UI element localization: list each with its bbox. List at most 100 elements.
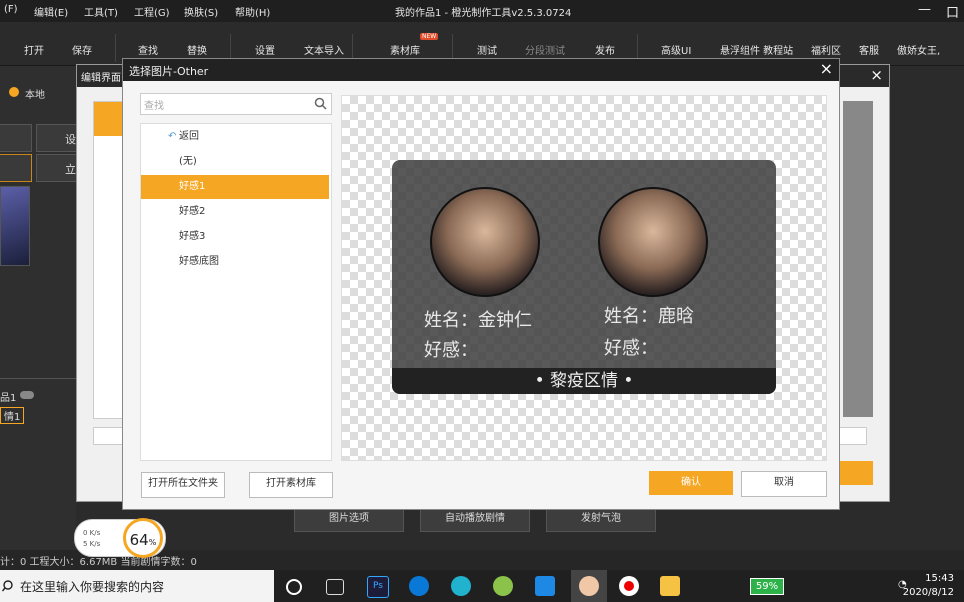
phone-app-icon[interactable] (535, 576, 555, 596)
close-icon[interactable]: × (870, 66, 883, 84)
toolbar-separator (115, 34, 116, 62)
card-footer: • 黎疫区情 • (392, 368, 776, 394)
app-title: 我的作品1 - 橙光制作工具v2.5.3.0724 (395, 8, 572, 19)
user-name[interactable]: 傲娇女王, (897, 42, 940, 57)
service-button[interactable]: 客服 (859, 42, 879, 57)
panel-cell[interactable] (0, 154, 32, 182)
clock[interactable]: 15:43 2020/8/12 (903, 572, 954, 600)
search-placeholder: 查找 (144, 101, 164, 112)
network-speed-widget[interactable]: 0 K/s 5 K/s 64% (74, 518, 166, 558)
float-widget-button[interactable]: 悬浮组件 教程站 (720, 42, 793, 57)
welfare-button[interactable]: 福利区 (811, 42, 841, 57)
menu-help[interactable]: 帮助(H) (235, 4, 270, 19)
open-folder-button[interactable]: 打开所在文件夹 (141, 472, 225, 498)
task-view-icon[interactable] (286, 579, 302, 595)
folder-icon[interactable] (660, 576, 680, 596)
file-list: ↶ 返回 (无) 好感1 好感2 好感3 好感底图 (140, 123, 332, 461)
divider (0, 378, 76, 379)
test-button[interactable]: 测试 (477, 42, 497, 57)
taskbar: 在这里输入你要搜索的内容 Ps 59% ◔ 15:43 2020/8/12 (0, 570, 964, 602)
search-icon (2, 580, 13, 592)
back-dialog-title: 编辑界面 (81, 73, 121, 84)
auto-play-button[interactable]: 自动播放剧情 (420, 508, 530, 532)
dialog-title-bar: 选择图片-Other × (123, 59, 839, 81)
menu-edit[interactable]: 编辑(E) (34, 4, 68, 19)
segment-test-button[interactable]: 分段测试 (525, 42, 565, 57)
toggle-icon[interactable] (20, 391, 34, 399)
list-item[interactable]: 好感3 (141, 225, 329, 249)
upload-speed: 0 K/s (83, 529, 101, 537)
back-dialog-preview (843, 101, 873, 417)
asset-library-button[interactable]: 素材库 (390, 42, 420, 57)
confirm-button[interactable]: 确认 (649, 471, 733, 495)
card-favor-1: 好感： (424, 340, 478, 361)
dialog-close-button[interactable]: × (820, 59, 833, 78)
list-item-selected[interactable]: 好感1 (141, 175, 329, 199)
left-panel: 本地 设 立 品1 情1 (0, 66, 78, 570)
open-button[interactable]: 打开 (24, 42, 44, 57)
app-icon[interactable] (451, 576, 471, 596)
photoshop-icon[interactable]: Ps (367, 576, 389, 598)
select-image-dialog: 选择图片-Other × 查找 ↶ 返回 (无) 好感1 好感2 好感3 好感底… (122, 58, 840, 510)
scene-label[interactable]: 情1 (0, 407, 25, 424)
battery-indicator[interactable]: 59% (750, 578, 784, 595)
list-item[interactable]: 好感底图 (141, 250, 329, 274)
local-radio[interactable] (9, 87, 19, 97)
app-icon[interactable] (493, 576, 513, 596)
list-item[interactable]: 好感2 (141, 200, 329, 224)
publish-button[interactable]: 发布 (595, 42, 615, 57)
back-dialog-panel (93, 101, 125, 419)
record-icon[interactable] (619, 576, 639, 596)
back-dialog-button[interactable] (93, 427, 125, 445)
advanced-ui-button[interactable]: 高级UI (661, 42, 691, 57)
taskbar-search-text: 在这里输入你要搜索的内容 (20, 580, 165, 594)
menu-file[interactable]: (F) (4, 4, 18, 15)
save-button[interactable]: 保存 (72, 42, 92, 57)
clock-date: 2020/8/12 (902, 587, 954, 598)
card-favor-2: 好感： (604, 338, 658, 359)
cancel-button[interactable]: 取消 (741, 471, 827, 497)
card-name-2: 姓名：鹿晗 (604, 306, 694, 327)
avatar (430, 187, 540, 297)
image-options-button[interactable]: 图片选项 (294, 508, 404, 532)
new-badge: NEW (420, 33, 439, 40)
list-item-back[interactable]: ↶ 返回 (141, 125, 329, 149)
search-icon[interactable] (314, 97, 327, 110)
memory-percent-ring: 64% (123, 518, 163, 558)
back-icon: ↶ (168, 131, 177, 142)
download-speed: 5 K/s (83, 540, 101, 548)
bubble-button[interactable]: 发射气泡 (546, 508, 656, 532)
selected-strip (94, 102, 124, 136)
menu-project[interactable]: 工程(G) (134, 4, 170, 19)
menu-skin[interactable]: 换肤(S) (184, 4, 218, 19)
taskbar-search[interactable]: 在这里输入你要搜索的内容 (0, 570, 274, 602)
minimize-button[interactable]: — (918, 2, 931, 17)
panel-cell[interactable] (0, 124, 32, 152)
thumbnail-image[interactable] (0, 186, 30, 266)
image-preview: 姓名：金钟仁 好感： 姓名：鹿晗 好感： • 黎疫区情 • (341, 95, 827, 461)
text-import-button[interactable]: 文本导入 (304, 42, 344, 57)
open-library-button[interactable]: 打开素材库 (249, 472, 333, 498)
avatar (598, 187, 708, 297)
panel-cell[interactable]: 立 (36, 154, 78, 182)
active-app-icon[interactable] (571, 570, 607, 602)
find-button[interactable]: 查找 (138, 42, 158, 57)
card-name-1: 姓名：金钟仁 (424, 310, 532, 331)
replace-button[interactable]: 替换 (187, 42, 207, 57)
maximize-button[interactable]: 口 (946, 2, 959, 21)
list-item[interactable]: (无) (141, 150, 329, 174)
panel-cell[interactable]: 设 (36, 124, 78, 152)
edge-icon[interactable] (409, 576, 429, 596)
multitask-icon[interactable] (326, 579, 344, 595)
project-label: 品1 (0, 393, 17, 404)
favor-card-image: 姓名：金钟仁 好感： 姓名：鹿晗 好感： • 黎疫区情 • (392, 160, 776, 394)
back-dialog-ok[interactable] (839, 461, 873, 485)
settings-button[interactable]: 设置 (255, 42, 275, 57)
search-input[interactable]: 查找 (140, 93, 332, 115)
local-label: 本地 (25, 90, 45, 101)
menu-bar: (F) 编辑(E) 工具(T) 工程(G) 换肤(S) 帮助(H) 我的作品1 … (0, 0, 964, 22)
clock-time: 15:43 (925, 573, 954, 584)
dialog-title: 选择图片-Other (129, 65, 209, 78)
menu-tools[interactable]: 工具(T) (84, 4, 118, 19)
orange-light-icon (579, 576, 599, 596)
